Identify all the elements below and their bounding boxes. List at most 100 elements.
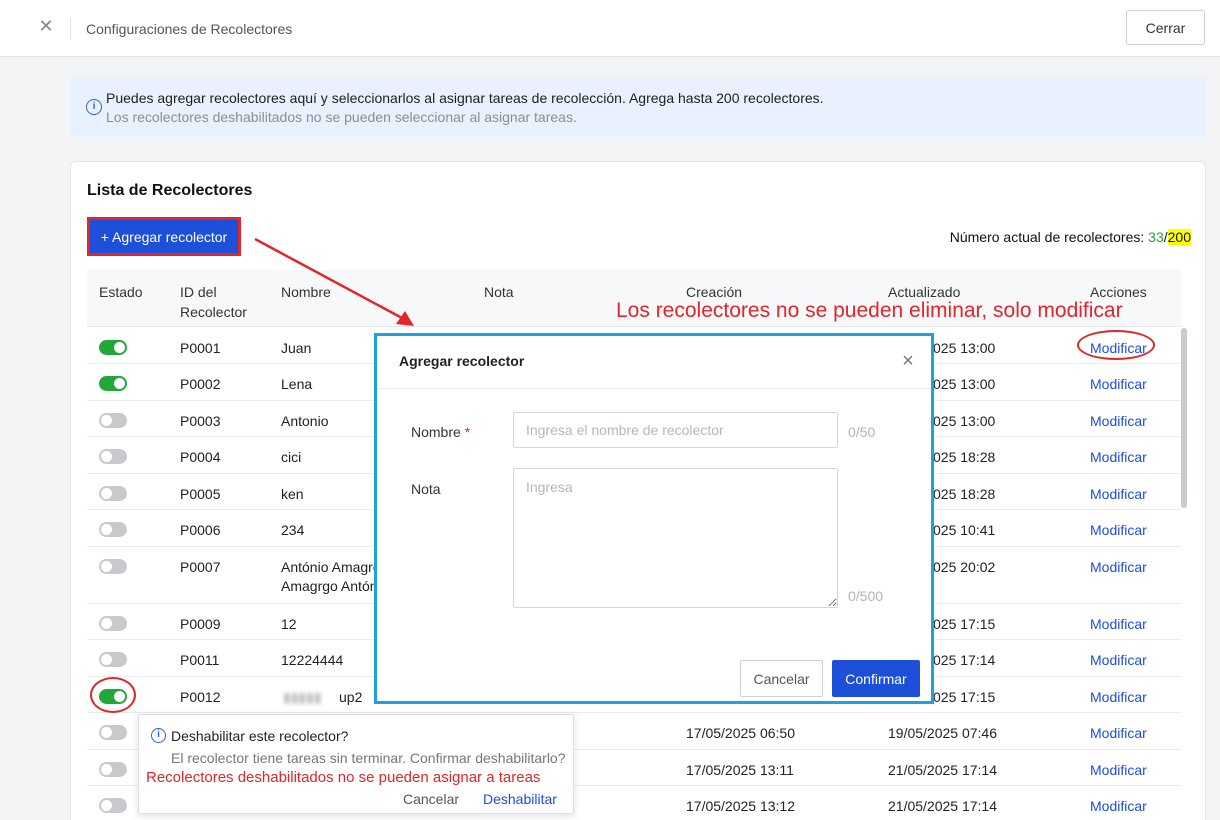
confirm-button[interactable]: Confirmar: [832, 660, 920, 697]
note-textarea[interactable]: [513, 468, 838, 608]
modify-link[interactable]: Modificar: [1090, 485, 1147, 504]
annotation-disabled-note: Recolectores deshabilitados no se pueden…: [146, 769, 541, 786]
dialog-title: Agregar recolector: [399, 353, 525, 369]
modify-link[interactable]: Modificar: [1090, 651, 1147, 670]
name-input[interactable]: [513, 412, 838, 448]
updated-cell: 025 17:15: [933, 689, 996, 705]
close-icon[interactable]: ×: [899, 351, 917, 371]
collector-name-cell: ken: [281, 486, 304, 502]
popconfirm-disable-button[interactable]: Deshabilitar: [483, 791, 557, 807]
collector-id-cell: P0006: [180, 522, 221, 538]
collector-id-cell: P0012: [180, 689, 221, 705]
status-toggle[interactable]: [99, 616, 127, 631]
table-scrollbar[interactable]: [1181, 328, 1187, 508]
updated-cell: 025 18:28: [933, 486, 996, 502]
updated-cell: 21/05/2025 17:14: [888, 798, 997, 814]
collector-name-cell: Lena: [281, 376, 313, 392]
required-mark: *: [464, 424, 471, 440]
info-icon: i: [86, 99, 102, 115]
header-id-line1: ID del: [180, 284, 217, 300]
header-estado: Estado: [99, 284, 143, 300]
collector-id-cell: P0007: [180, 559, 221, 575]
updated-cell: 19/05/2025 07:46: [888, 725, 997, 741]
updated-cell: 025 18:28: [933, 449, 996, 465]
collector-id-cell: P0002: [180, 376, 221, 392]
updated-cell: 21/05/2025 17:14: [888, 762, 997, 778]
collector-id-cell: P0003: [180, 413, 221, 429]
collector-id-cell: P0001: [180, 340, 221, 356]
status-toggle[interactable]: [99, 725, 127, 740]
collector-name-cell: Juan: [281, 340, 312, 356]
info-banner: i Puedes agregar recolectores aquí y sel…: [70, 77, 1206, 137]
top-bar: ✕ Configuraciones de Recolectores Cerrar: [0, 0, 1220, 57]
divider: [377, 388, 931, 389]
name-label: Nombre *: [411, 424, 470, 440]
modify-link[interactable]: Modificar: [1090, 521, 1147, 540]
status-toggle[interactable]: [99, 522, 127, 537]
collector-count: Número actual de recolectores: 33/200: [950, 229, 1191, 245]
collector-id-cell: P0009: [180, 616, 221, 632]
updated-cell: 025 17:15: [933, 616, 996, 632]
name-char-count: 0/50: [848, 424, 876, 440]
header-id-line2: Recolector: [180, 304, 247, 320]
popconfirm-cancel-button[interactable]: Cancelar: [403, 791, 459, 807]
collector-name-cell-line2: Amagrgo Antón: [281, 578, 378, 594]
collector-name-cell: 12: [281, 616, 297, 632]
collector-name-cell: up2: [339, 689, 363, 705]
status-toggle[interactable]: [99, 376, 127, 391]
collector-name-cell: Antonio: [281, 413, 329, 429]
modify-link[interactable]: Modificar: [1090, 761, 1147, 780]
modify-link[interactable]: Modificar: [1090, 724, 1147, 743]
collector-name-cell: cici: [281, 449, 302, 465]
count-label: Número actual de recolectores:: [949, 229, 1149, 245]
add-collector-dialog: Agregar recolector × Nombre* 0/50 Nota 0…: [374, 333, 934, 704]
created-cell: 17/05/2025 06:50: [686, 725, 795, 741]
updated-cell: 025 13:00: [933, 376, 996, 392]
popconfirm-description: El recolector tiene tareas sin terminar.…: [171, 750, 566, 766]
header-nombre: Nombre: [281, 284, 331, 300]
list-title: Lista de Recolectores: [87, 182, 253, 199]
popconfirm-title: Deshabilitar este recolector?: [171, 728, 349, 744]
updated-cell: 025 13:00: [933, 340, 996, 356]
created-cell: 17/05/2025 13:11: [686, 762, 794, 778]
status-toggle[interactable]: [99, 762, 127, 777]
modify-link[interactable]: Modificar: [1090, 688, 1147, 707]
modify-link[interactable]: Modificar: [1090, 797, 1147, 816]
info-icon: i: [151, 728, 166, 743]
cancel-button[interactable]: Cancelar: [740, 660, 823, 697]
name-label-text: Nombre: [411, 424, 461, 440]
note-label: Nota: [411, 481, 441, 497]
status-toggle[interactable]: [99, 559, 127, 574]
header-nota: Nota: [484, 284, 514, 300]
divider: [70, 18, 71, 40]
annotation-ring-modify: [1077, 330, 1155, 360]
annotation-ring-toggle: [90, 677, 136, 713]
blurred-name-prefix: ▮▮▮▮▮: [283, 689, 322, 705]
status-toggle[interactable]: [99, 486, 127, 501]
status-toggle[interactable]: [99, 449, 127, 464]
modify-link[interactable]: Modificar: [1090, 615, 1147, 634]
status-toggle[interactable]: [99, 652, 127, 667]
modify-link[interactable]: Modificar: [1090, 448, 1147, 467]
close-icon[interactable]: ✕: [36, 16, 56, 36]
modify-link[interactable]: Modificar: [1090, 558, 1147, 577]
count-max: 200: [1167, 229, 1191, 245]
note-char-count: 0/500: [848, 588, 884, 604]
modify-link[interactable]: Modificar: [1090, 412, 1147, 431]
status-toggle[interactable]: [99, 340, 127, 355]
updated-cell: 025 17:14: [933, 652, 996, 668]
collector-name-cell: António Amagrg: [281, 559, 381, 575]
status-toggle[interactable]: [99, 413, 127, 428]
collector-name-cell: 234: [281, 522, 305, 538]
disable-popconfirm: i Deshabilitar este recolector? El recol…: [138, 714, 574, 814]
updated-cell: 025 10:41: [933, 522, 996, 538]
modify-link[interactable]: Modificar: [1090, 375, 1147, 394]
status-toggle[interactable]: [99, 798, 127, 813]
close-button[interactable]: Cerrar: [1126, 10, 1205, 45]
count-current: 33: [1148, 229, 1164, 245]
banner-text-secondary: Los recolectores deshabilitados no se pu…: [106, 109, 577, 125]
add-collector-button[interactable]: + Agregar recolector: [87, 217, 241, 256]
created-cell: 17/05/2025 13:12: [686, 798, 795, 814]
collector-id-cell: P0004: [180, 449, 221, 465]
updated-cell: 025 13:00: [933, 413, 996, 429]
